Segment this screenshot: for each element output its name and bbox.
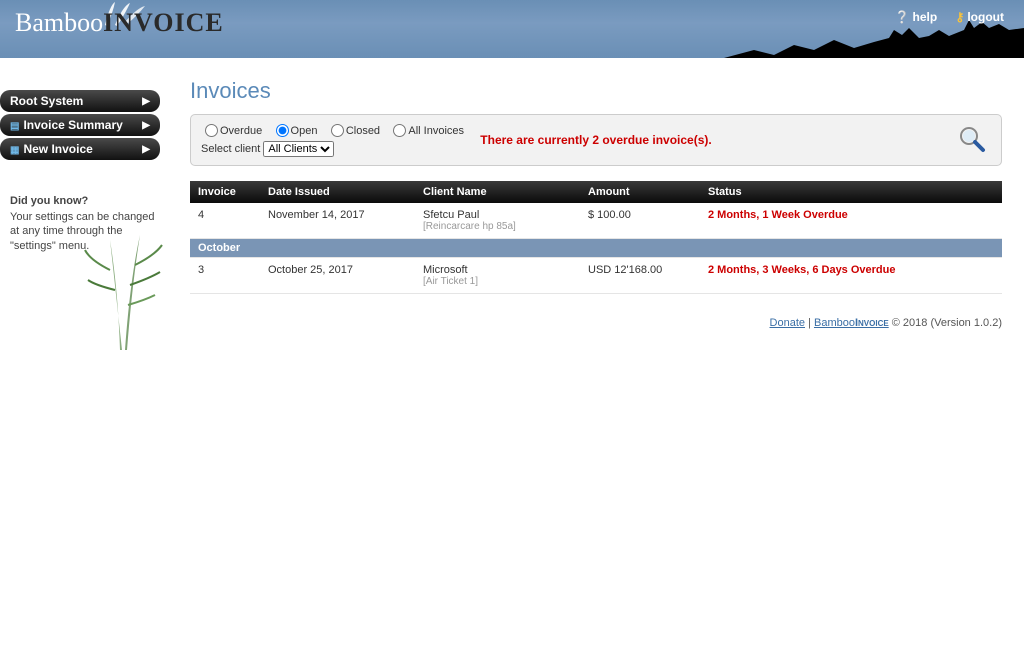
filter-closed-radio[interactable] [331,124,344,137]
tip-box: Did you know? Your settings can be chang… [10,195,155,253]
table-header-row: Invoice Date Issued Client Name Amount S… [190,181,1002,203]
col-amount: Amount [580,181,700,203]
tip-title: Did you know? [10,195,155,207]
cell-amount: $ 100.00 [580,203,700,239]
cell-client: Sfetcu Paul [Reincarcare hp 85a] [415,203,580,239]
new-icon: ▦ [10,145,19,156]
main-content: Invoices Overdue Open Closed All Invoice… [165,58,1024,349]
select-client-label: Select client [201,143,260,155]
nav-new-invoice[interactable]: ▦ New Invoice ▶ [0,138,160,160]
col-status: Status [700,181,1002,203]
donate-link[interactable]: Donate [770,317,805,329]
app-logo: BambooINVOICE [15,8,224,38]
chevron-right-icon: ▶ [142,96,150,107]
filter-bar: Overdue Open Closed All Invoices Select … [190,114,1002,166]
invoices-table: Invoice Date Issued Client Name Amount S… [190,181,1002,294]
logout-link[interactable]: ⚷logout [956,10,1004,24]
list-icon: ▤ [10,121,19,132]
cell-amount: USD 12'168.00 [580,258,700,294]
filter-overdue-radio[interactable] [205,124,218,137]
client-sub: [Air Ticket 1] [423,276,572,287]
footer-sep: | [805,317,814,329]
nav-invoice-summary[interactable]: ▤ Invoice Summary ▶ [0,114,160,136]
cell-date: November 14, 2017 [260,203,415,239]
filter-all-label: All Invoices [408,125,464,137]
help-link[interactable]: ❔help [895,10,938,24]
overdue-alert: There are currently 2 overdue invoice(s)… [480,133,711,147]
header-links: ❔help ⚷logout [880,10,1004,24]
cell-date: October 25, 2017 [260,258,415,294]
copyright: © 2018 (Version 1.0.2) [889,317,1002,329]
help-icon: ❔ [895,10,910,24]
month-label: October [190,239,1002,258]
col-invoice: Invoice [190,181,260,203]
logo-text-1: Bamboo [15,8,103,37]
filter-overdue-label: Overdue [220,125,262,137]
client-name: Microsoft [423,264,572,276]
brand-link[interactable]: BambooInvoice [814,317,889,329]
nav-label: New Invoice [23,142,92,156]
page-title: Invoices [190,78,1002,104]
table-row[interactable]: 4 November 14, 2017 Sfetcu Paul [Reincar… [190,203,1002,239]
client-sub: [Reincarcare hp 85a] [423,221,572,232]
chevron-right-icon: ▶ [142,144,150,155]
bamboo-plant-icon [80,230,170,350]
cell-status: 2 Months, 3 Weeks, 6 Days Overdue [700,258,1002,294]
header-silhouette-icon [724,0,1024,58]
nav-root-system[interactable]: Root System ▶ [0,90,160,112]
cell-status: 2 Months, 1 Week Overdue [700,203,1002,239]
month-separator: October [190,239,1002,258]
app-header: BambooINVOICE ❔help ⚷logout [0,0,1024,58]
page-footer: Donate | BambooInvoice © 2018 (Version 1… [190,309,1002,329]
logo-text-2: INVOICE [103,8,224,37]
logout-icon: ⚷ [956,10,965,24]
search-icon[interactable] [958,125,986,153]
cell-invoice: 4 [190,203,260,239]
filter-closed-label: Closed [346,125,380,137]
filter-all-radio[interactable] [393,124,406,137]
client-name: Sfetcu Paul [423,209,572,221]
cell-client: Microsoft [Air Ticket 1] [415,258,580,294]
cell-invoice: 3 [190,258,260,294]
chevron-right-icon: ▶ [142,120,150,131]
client-select[interactable]: All Clients [263,141,334,157]
filter-open-label: Open [291,125,318,137]
col-date: Date Issued [260,181,415,203]
nav-label: Root System [10,94,83,108]
table-row[interactable]: 3 October 25, 2017 Microsoft [Air Ticket… [190,258,1002,294]
nav-label: Invoice Summary [23,118,122,132]
logout-label: logout [967,10,1004,24]
help-label: help [913,10,938,24]
sidebar: Root System ▶ ▤ Invoice Summary ▶ ▦ New In… [0,58,165,349]
col-client: Client Name [415,181,580,203]
filter-open-radio[interactable] [276,124,289,137]
